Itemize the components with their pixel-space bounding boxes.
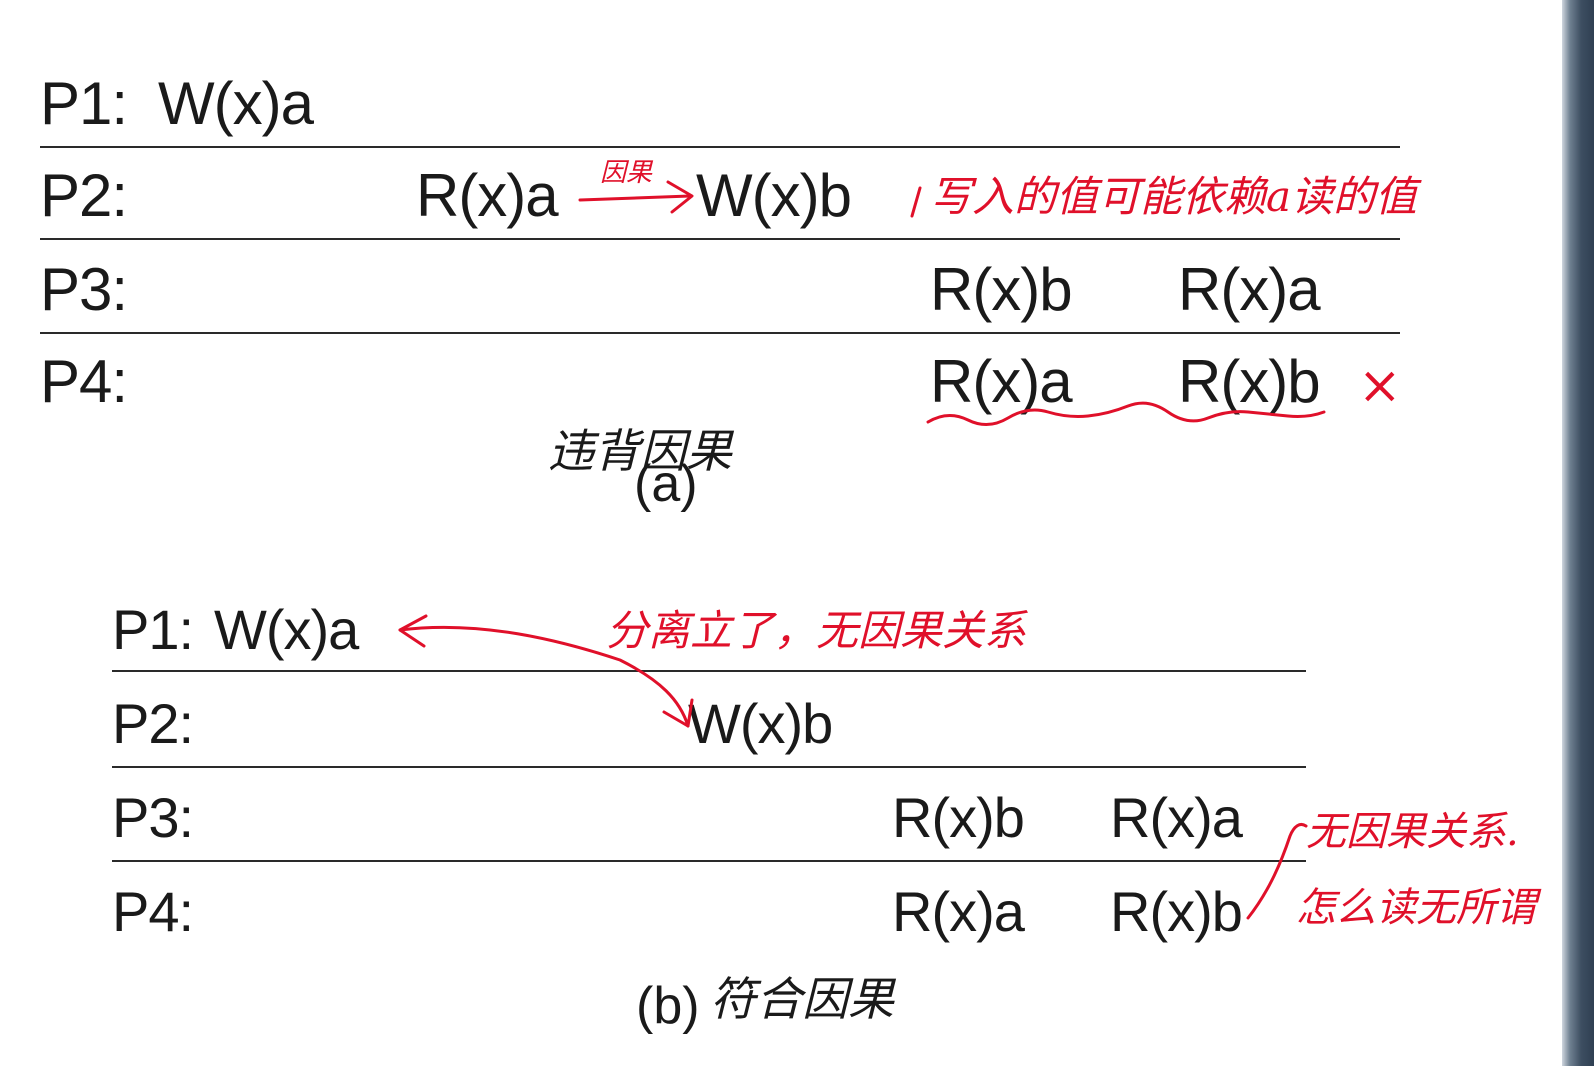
independence-arrow-stroke	[398, 625, 690, 728]
independence-arrow-head-left	[398, 614, 428, 648]
causal-arrow-stroke	[578, 194, 692, 202]
note-bracket-b	[1246, 822, 1308, 920]
wavy-underline	[926, 401, 1326, 426]
annotation-strokes	[398, 180, 1326, 920]
note-bracket-stroke	[910, 186, 922, 218]
